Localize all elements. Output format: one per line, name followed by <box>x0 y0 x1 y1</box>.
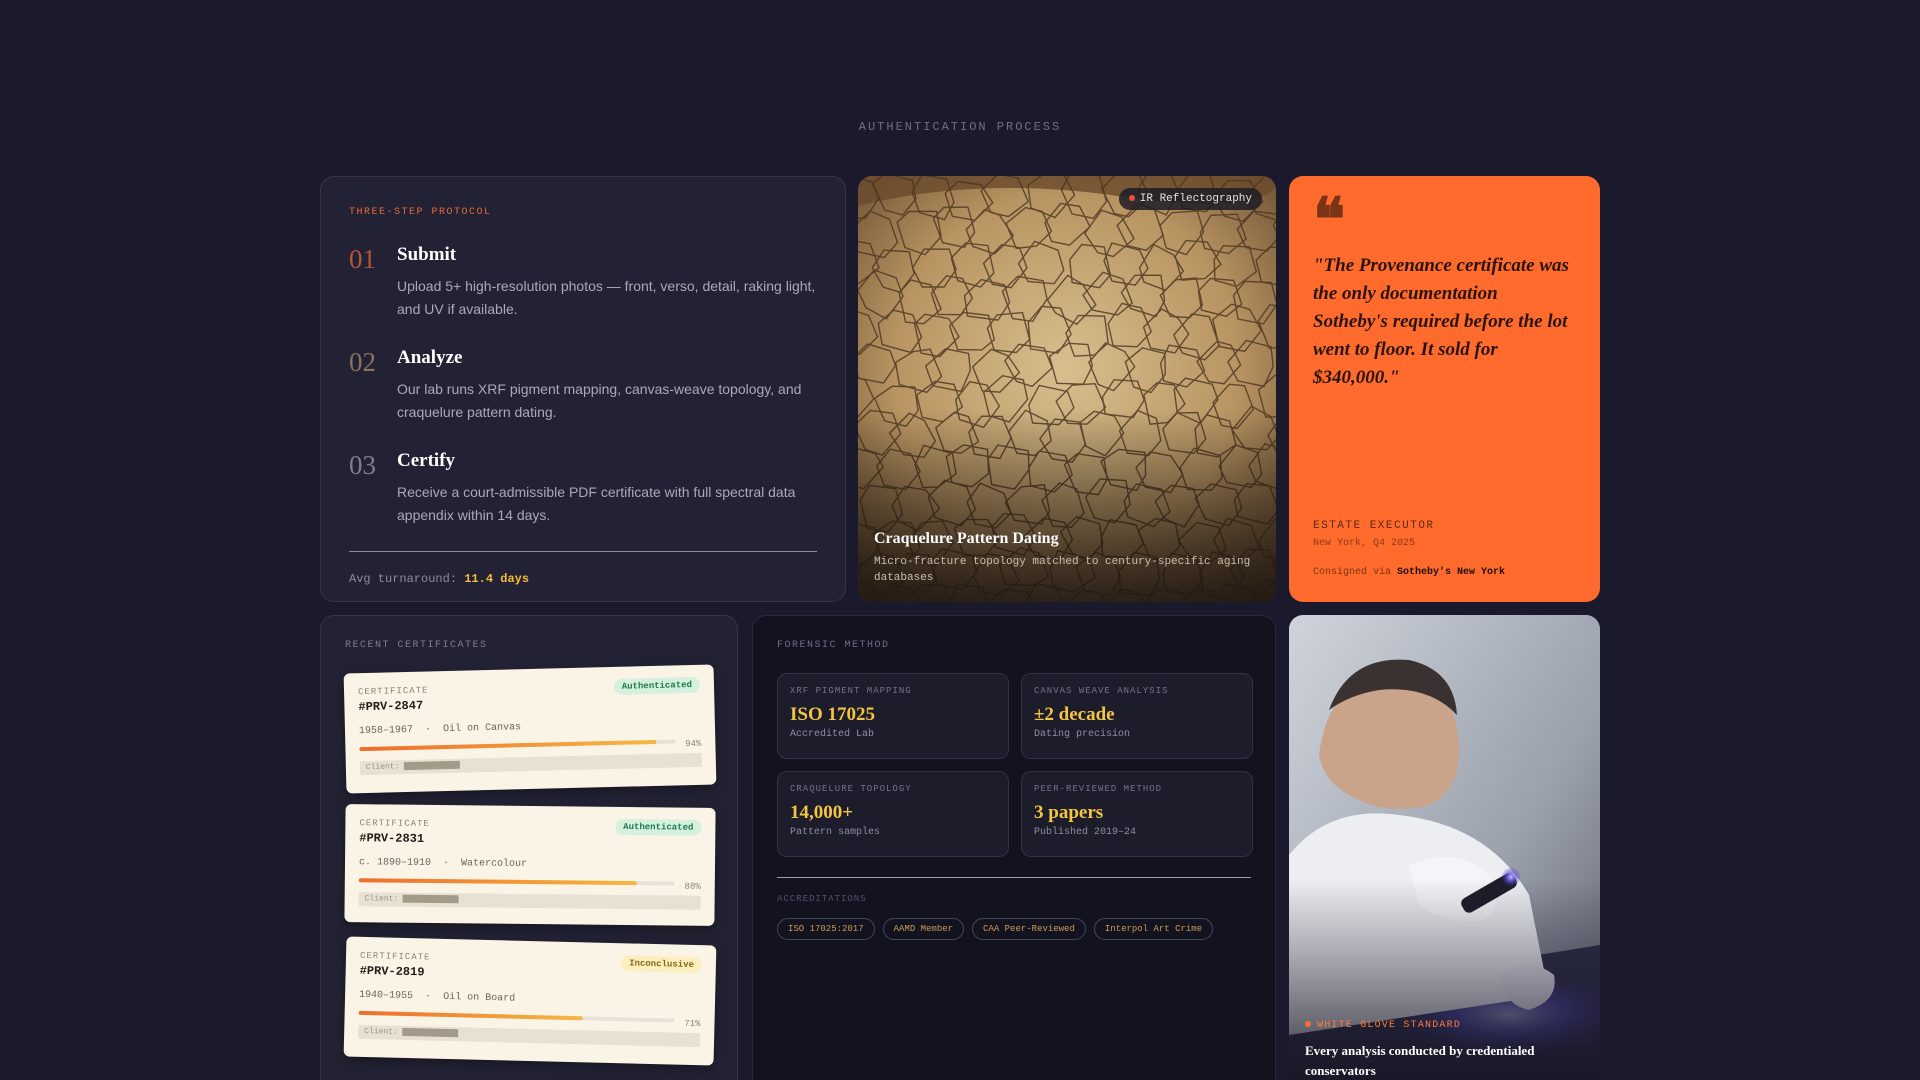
metric-canvas-weave: CANVAS WEAVE ANALYSIS ±2 decade Dating p… <box>1021 673 1253 759</box>
step-number: 03 <box>349 450 376 480</box>
consigned-via: Consigned via Sotheby's New York <box>1313 567 1505 578</box>
metric-key: CRAQUELURE TOPOLOGY <box>790 784 912 794</box>
testimonial-card: ❝ "The Provenance certificate was the on… <box>1289 176 1600 602</box>
redacted-client <box>402 894 459 904</box>
metric-craquelure: CRAQUELURE TOPOLOGY 14,000+ Pattern samp… <box>777 771 1009 857</box>
ir-reflectography-chip: IR Reflectography <box>1118 188 1262 210</box>
craquelure-description: Micro-fracture topology matched to centu… <box>874 556 1251 584</box>
consigned-label: Consigned via <box>1313 567 1392 578</box>
quote-icon: ❝ <box>1313 187 1346 253</box>
step-title: Certify <box>397 450 456 471</box>
confidence-percent: 94% <box>685 738 702 750</box>
status-badge: Authenticated <box>615 818 702 836</box>
confidence-fill <box>358 878 637 886</box>
protocol-eyebrow: THREE-STEP PROTOCOL <box>349 207 492 218</box>
craquelure-title: Craquelure Pattern Dating <box>874 530 1059 547</box>
protocol-card: THREE-STEP PROTOCOL 01 Submit Upload 5+ … <box>320 176 846 602</box>
conservator-card[interactable]: WHITE GLOVE STANDARD Every analysis cond… <box>1289 615 1600 1080</box>
forensic-method-card: FORENSIC METHOD XRF PIGMENT MAPPING ISO … <box>752 615 1276 1080</box>
certificate-item[interactable]: CERTIFICATE #PRV-2847 Authenticated 1958… <box>343 664 717 794</box>
status-badge: Inconclusive <box>620 955 703 974</box>
redacted-client <box>401 1027 458 1038</box>
metric-sub: Published 2019–24 <box>1034 827 1137 838</box>
certificates-label: RECENT CERTIFICATES <box>345 640 488 651</box>
step-description: Our lab runs XRF pigment mapping, canvas… <box>397 381 802 420</box>
step-description: Receive a court-admissible PDF certifica… <box>397 484 796 523</box>
metric-value: 14,000+ <box>790 802 854 823</box>
section-label: AUTHENTICATION PROCESS <box>858 120 1062 134</box>
testimonial-quote: "The Provenance certificate was the only… <box>1313 255 1569 388</box>
accreditation-tag[interactable]: Interpol Art Crime <box>1093 918 1214 940</box>
confidence-fill <box>359 739 657 752</box>
turnaround-label: Avg turnaround: <box>349 572 458 586</box>
step-title: Analyze <box>397 347 463 368</box>
client-field: Client: <box>359 752 702 776</box>
confidence-bar <box>358 1010 675 1023</box>
metric-key: PEER-REVIEWED METHOD <box>1034 784 1163 794</box>
metric-value: ISO 17025 <box>790 704 875 725</box>
metric-key: CANVAS WEAVE ANALYSIS <box>1034 686 1169 696</box>
certificate-item[interactable]: CERTIFICATE #PRV-2831 Authenticated c. 1… <box>344 804 716 926</box>
accreditation-tag[interactable]: AAMD Member <box>882 918 965 940</box>
confidence-bar <box>359 739 676 752</box>
certificate-meta: 1958–1967 · Oil on Canvas <box>358 722 522 738</box>
step-title: Submit <box>397 244 457 265</box>
testimonial-location: New York, Q4 2025 <box>1313 538 1416 549</box>
turnaround-value: 11.4 days <box>464 572 530 586</box>
step-certify: 03 Certify Receive a court-admissible PD… <box>349 450 817 527</box>
certificate-meta: 1940–1955 · Oil on Board <box>358 989 516 1005</box>
consigned-value: Sotheby's New York <box>1397 567 1506 578</box>
turnaround-stat: Avg turnaround: 11.4 days <box>349 572 817 586</box>
confidence-percent: 71% <box>684 1018 701 1030</box>
client-field: Client: <box>358 892 701 910</box>
white-glove-label: WHITE GLOVE STANDARD <box>1305 1020 1585 1031</box>
protocol-divider <box>349 551 817 552</box>
step-submit: 01 Submit Upload 5+ high-resolution phot… <box>349 244 817 321</box>
status-badge: Authenticated <box>613 676 701 695</box>
conservator-title: Every analysis conducted by credentialed… <box>1305 1043 1535 1078</box>
metric-value: 3 papers <box>1034 802 1104 823</box>
accent-dot <box>1305 1021 1311 1028</box>
certificate-item[interactable]: CERTIFICATE #PRV-2819 Inconclusive 1940–… <box>343 936 717 1066</box>
step-number: 01 <box>349 244 376 274</box>
step-description: Upload 5+ high-resolution photos — front… <box>397 278 816 317</box>
redacted-client <box>403 760 460 771</box>
chip-label: IR Reflectography <box>1139 193 1252 205</box>
metric-sub: Accredited Lab <box>790 729 875 740</box>
accreditation-tag[interactable]: CAA Peer-Reviewed <box>972 918 1086 940</box>
metric-sub: Pattern samples <box>790 827 881 838</box>
recent-certificates-card: RECENT CERTIFICATES CERTIFICATE #PRV-284… <box>320 615 738 1080</box>
metric-peer-reviewed: PEER-REVIEWED METHOD 3 papers Published … <box>1021 771 1253 857</box>
metric-value: ±2 decade <box>1034 704 1115 725</box>
step-number: 02 <box>349 347 376 377</box>
client-field: Client: <box>358 1024 701 1048</box>
forensic-divider <box>777 877 1251 878</box>
testimonial-role: ESTATE EXECUTOR <box>1313 520 1435 532</box>
accreditation-tag[interactable]: ISO 17025:2017 <box>777 918 875 940</box>
craquelure-card[interactable]: IR Reflectography Craquelure Pattern Dat… <box>858 176 1276 602</box>
certificate-meta: c. 1890–1910 · Watercolour <box>358 857 528 870</box>
metric-xrf: XRF PIGMENT MAPPING ISO 17025 Accredited… <box>777 673 1009 759</box>
metric-sub: Dating precision <box>1034 729 1131 740</box>
accreditations-label: ACCREDITATIONS <box>777 894 867 904</box>
confidence-fill <box>358 1010 584 1021</box>
metric-key: XRF PIGMENT MAPPING <box>790 686 912 696</box>
confidence-bar <box>358 878 675 886</box>
step-analyze: 02 Analyze Our lab runs XRF pigment mapp… <box>349 347 817 424</box>
confidence-percent: 88% <box>684 881 701 892</box>
conservator-image <box>1289 615 1600 1080</box>
forensic-label: FORENSIC METHOD <box>777 640 890 651</box>
status-dot <box>1128 195 1135 202</box>
